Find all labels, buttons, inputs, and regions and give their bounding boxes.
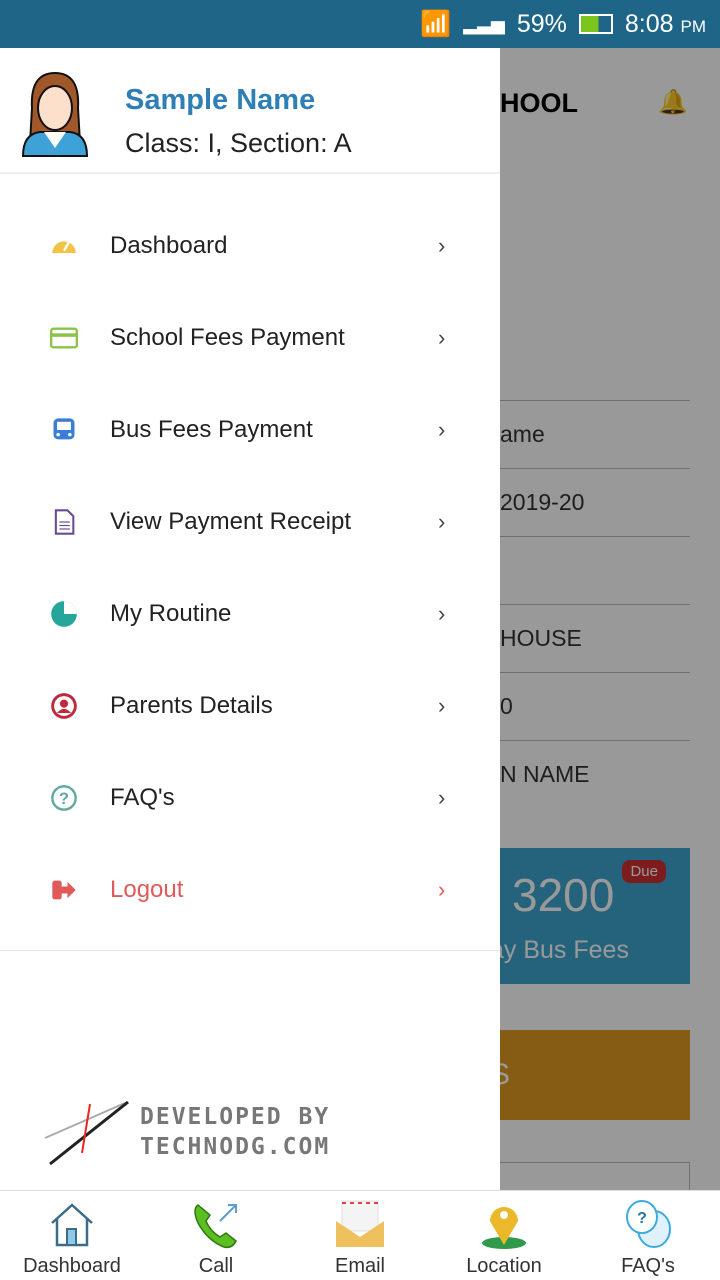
menu-item-parents-details[interactable]: Parents Details › bbox=[0, 660, 500, 752]
menu-item-bus-fees-payment[interactable]: Bus Fees Payment › bbox=[0, 384, 500, 476]
nav-faqs[interactable]: ? FAQ's bbox=[576, 1191, 720, 1280]
credit-card-icon bbox=[50, 327, 78, 349]
menu-item-logout[interactable]: Logout › bbox=[0, 844, 500, 936]
nav-dashboard[interactable]: Dashboard bbox=[0, 1191, 144, 1280]
chevron-right-icon: › bbox=[438, 601, 446, 626]
nav-label: Location bbox=[466, 1255, 542, 1277]
location-pin-icon bbox=[482, 1207, 526, 1249]
status-bar: 📶 ▂▃▅ 59% 8:08 PM bbox=[0, 0, 720, 48]
chevron-right-icon: › bbox=[438, 417, 446, 442]
user-circle-icon bbox=[51, 693, 77, 719]
developer-line2: TECHNODG.COM bbox=[140, 1134, 331, 1160]
bottom-nav: Dashboard Call Email Location ? FAQ's bbox=[0, 1190, 720, 1280]
menu-item-view-payment-receipt[interactable]: View Payment Receipt › bbox=[0, 476, 500, 568]
chevron-right-icon: › bbox=[438, 693, 446, 718]
battery-percent: 59% bbox=[516, 9, 567, 38]
speedometer-icon bbox=[52, 241, 76, 253]
technodg-logo-icon bbox=[44, 1100, 129, 1166]
nav-location[interactable]: Location bbox=[432, 1191, 576, 1280]
clock-ampm: PM bbox=[680, 16, 707, 36]
chevron-right-icon: › bbox=[438, 785, 446, 810]
envelope-icon bbox=[336, 1200, 384, 1247]
phone-icon bbox=[194, 1204, 237, 1249]
nav-label: Dashboard bbox=[23, 1255, 121, 1277]
menu-item-dashboard[interactable]: Dashboard › bbox=[0, 200, 500, 292]
developer-line1: DEVELOPED BY bbox=[140, 1104, 331, 1130]
drawer-header: Sample Name Class: I, Section: A bbox=[0, 48, 500, 174]
nav-label: Call bbox=[198, 1255, 234, 1277]
nav-label: FAQ's bbox=[621, 1255, 675, 1277]
avatar bbox=[21, 71, 89, 157]
logout-icon bbox=[52, 880, 76, 900]
menu-label: Bus Fees Payment bbox=[110, 416, 313, 443]
developer-logo[interactable]: DEVELOPED BY TECHNODG.COM bbox=[40, 1098, 340, 1168]
divider bbox=[0, 950, 500, 951]
chevron-right-icon: › bbox=[438, 233, 446, 258]
bus-icon bbox=[53, 418, 75, 440]
document-icon bbox=[54, 509, 75, 535]
menu-item-faqs[interactable]: ? FAQ's › bbox=[0, 752, 500, 844]
menu-item-my-routine[interactable]: My Routine › bbox=[0, 568, 500, 660]
faq-chat-icon: ? bbox=[626, 1200, 671, 1248]
nav-email[interactable]: Email bbox=[288, 1191, 432, 1280]
question-circle-icon: ? bbox=[51, 785, 77, 811]
menu-label: Dashboard bbox=[110, 232, 228, 259]
menu-label: FAQ's bbox=[110, 784, 175, 811]
menu-label: Logout bbox=[110, 876, 184, 903]
home-icon bbox=[51, 1203, 93, 1247]
user-class: Class: I, Section: A bbox=[125, 128, 352, 158]
chevron-right-icon: › bbox=[438, 877, 446, 902]
menu-item-school-fees-payment[interactable]: School Fees Payment › bbox=[0, 292, 500, 384]
svg-text:?: ? bbox=[637, 1210, 647, 1227]
nav-call[interactable]: Call bbox=[144, 1191, 288, 1280]
pie-chart-icon bbox=[51, 601, 77, 627]
wifi-icon: 📶 bbox=[420, 9, 452, 38]
menu-label: My Routine bbox=[110, 600, 232, 627]
chevron-right-icon: › bbox=[438, 509, 446, 534]
clock: 8:08 bbox=[624, 9, 674, 38]
chevron-right-icon: › bbox=[438, 325, 446, 350]
navigation-drawer: Sample Name Class: I, Section: A Dashboa… bbox=[0, 48, 500, 1190]
drawer-menu: Dashboard › School Fees Payment › Bus Fees… bbox=[0, 200, 500, 936]
signal-icon: ▂▃▅ bbox=[463, 13, 505, 34]
battery-icon bbox=[578, 14, 613, 34]
menu-label: Parents Details bbox=[110, 692, 273, 719]
menu-label: View Payment Receipt bbox=[110, 508, 352, 535]
nav-label: Email bbox=[334, 1255, 385, 1277]
user-name: Sample Name bbox=[125, 84, 316, 116]
menu-label: School Fees Payment bbox=[110, 324, 345, 351]
svg-text:?: ? bbox=[59, 790, 69, 808]
